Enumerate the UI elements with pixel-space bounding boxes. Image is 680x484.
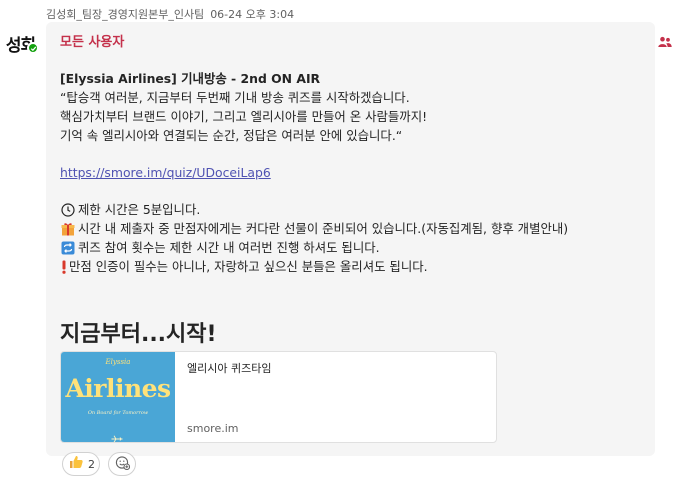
- clock-icon: [60, 202, 75, 217]
- message-body-line: 기억 속 엘리시아와 연결되는 순간, 정답은 여러분 안에 있습니다.“: [60, 128, 403, 143]
- exclamation-icon: [60, 259, 68, 274]
- rule-item: 시간 내 제출자 중 만점자에게는 커다란 선물이 준비되어 있습니다.(자동집…: [60, 219, 568, 238]
- reaction-count: 2: [88, 457, 95, 471]
- message-header: 김성회_팀장_경영지원본부_인사팀 06-24 오후 3:04: [46, 6, 294, 22]
- thumbnail-subtitle: On Board for Tomorrow: [87, 410, 149, 416]
- rule-item: 퀴즈 참여 횟수는 제한 시간 내 여러번 진행 하셔도 됩니다.: [60, 238, 380, 257]
- thumbs-up-icon: [68, 454, 84, 474]
- gift-icon: [60, 221, 75, 236]
- message-timestamp: 06-24 오후 3:04: [210, 8, 295, 21]
- rule-text: 제한 시간은 5분입니다.: [78, 202, 201, 217]
- rule-item: 제한 시간은 5분입니다.: [60, 200, 200, 219]
- link-preview-domain: smore.im: [187, 422, 239, 435]
- presence-available-icon: [27, 42, 39, 54]
- rule-text: 시간 내 제출자 중 만점자에게는 커다란 선물이 준비되어 있습니다.(자동집…: [78, 221, 569, 236]
- thumbnail-brand: Elyssia: [105, 358, 131, 366]
- author-name[interactable]: 김성회_팀장_경영지원본부_인사팀: [46, 8, 204, 21]
- link-preview-card[interactable]: Elyssia Airlines On Board for Tomorrow 엘…: [60, 351, 497, 443]
- quiz-link[interactable]: https://smore.im/quiz/UDoceiLap6: [60, 163, 271, 182]
- rule-text: 퀴즈 참여 횟수는 제한 시간 내 여러번 진행 하셔도 됩니다.: [78, 240, 380, 255]
- airplane-icon: [111, 428, 123, 442]
- rule-text: 만점 인증이 필수는 아니나, 자랑하고 싶으신 분들은 올리셔도 됩니다.: [69, 259, 428, 274]
- message-body-line: 핵심가치부터 브랜드 이야기, 그리고 엘리시아를 만들어 온 사람들까지!: [60, 109, 428, 124]
- link-preview-thumbnail: Elyssia Airlines On Board for Tomorrow: [61, 352, 175, 442]
- thumbnail-title: Airlines: [65, 374, 171, 403]
- people-icon: [658, 33, 672, 52]
- thumbs-up-reaction[interactable]: 2: [62, 452, 100, 476]
- add-reaction-button[interactable]: [108, 452, 136, 476]
- rule-item: 만점 인증이 필수는 아니나, 자랑하고 싶으신 분들은 올리셔도 됩니다.: [60, 257, 428, 276]
- message-title: [Elyssia Airlines] 기내방송 - 2nd ON AIR: [60, 71, 321, 86]
- message-heading: 지금부터...시작!: [60, 322, 217, 347]
- mention-everyone[interactable]: 모든 사용자: [60, 31, 124, 50]
- repeat-icon: [60, 240, 75, 255]
- add-emoji-icon: [115, 455, 130, 474]
- link-preview-title: 엘리시아 퀴즈타임: [187, 362, 272, 375]
- message-body-line: “탑승객 여러분, 지금부터 두번째 기내 방송 퀴즈를 시작하겠습니다.: [60, 90, 410, 105]
